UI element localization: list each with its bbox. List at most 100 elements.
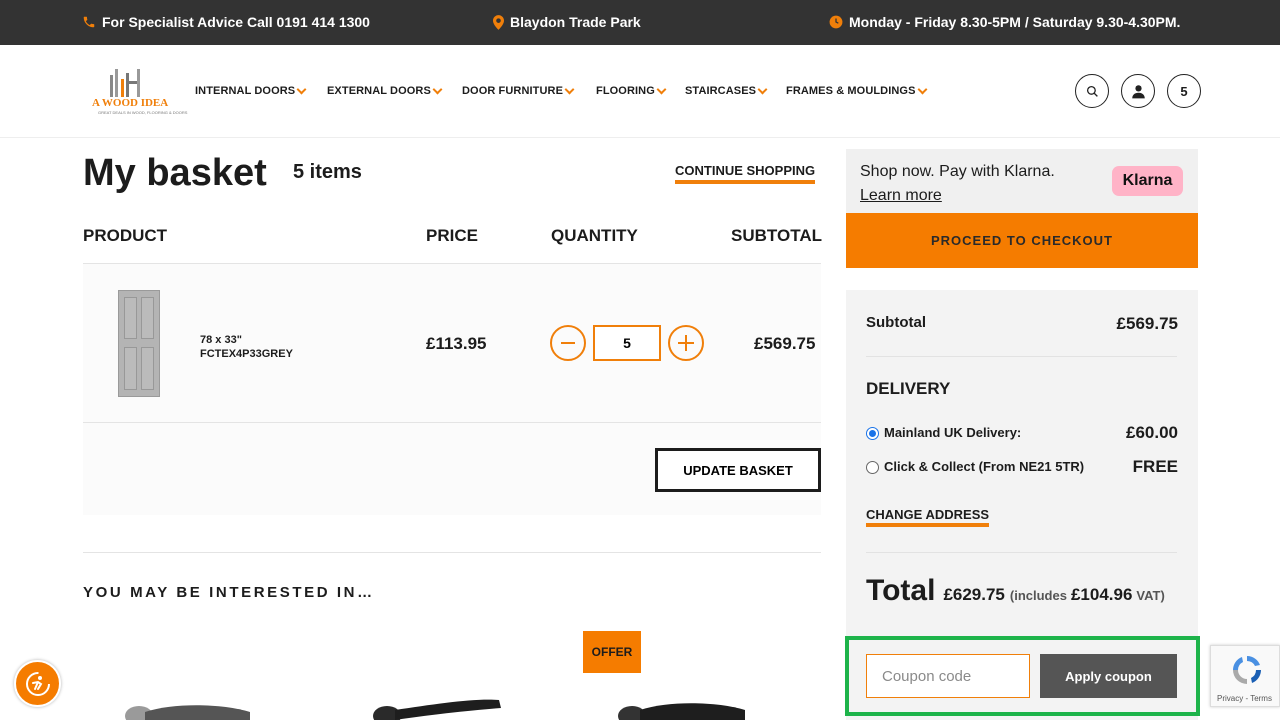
chevron-down-icon [296, 84, 307, 94]
door-panel [141, 347, 154, 390]
product-sku: FCTEX4P33GREY [200, 348, 293, 360]
total-label: Total [866, 574, 936, 607]
door-panel [141, 297, 154, 339]
accessibility-icon [25, 671, 50, 696]
user-icon [1131, 84, 1145, 98]
continue-shopping-link[interactable]: CONTINUE SHOPPING [675, 163, 816, 184]
nav-label: STAIRCASES [685, 85, 757, 97]
nav-label: DOOR FURNITURE [462, 85, 564, 97]
column-header-quantity: QUANTITY [551, 226, 638, 245]
change-address-link[interactable]: CHANGE ADDRESS [866, 507, 990, 527]
product-price: £113.95 [426, 334, 487, 353]
account-button[interactable] [1121, 74, 1155, 108]
site-logo[interactable]: A WOOD IDEA GREAT DEALS IN WOOD, FLOORIN… [88, 67, 187, 117]
nav-label: INTERNAL DOORS [195, 85, 296, 97]
divider [83, 552, 821, 553]
logo-tagline: GREAT DEALS IN WOOD, FLOORING & DOORS [98, 110, 188, 115]
vat-label: VAT) [1136, 588, 1165, 603]
nav-label: FLOORING [596, 85, 655, 97]
basket-count: 5 [1180, 83, 1188, 99]
phone-icon [82, 15, 96, 29]
klarna-text: Shop now. Pay with Klarna. Learn more [860, 160, 1055, 208]
mainland-delivery-price: £60.00 [1126, 423, 1178, 442]
mainland-delivery-label[interactable]: Mainland UK Delivery: [884, 425, 1021, 440]
quantity-increase-button[interactable] [668, 325, 704, 361]
offer-badge: OFFER [583, 631, 641, 673]
vat-includes: (includes [1009, 588, 1067, 603]
nav-internal-doors[interactable]: INTERNAL DOORS [195, 84, 307, 97]
update-basket-button[interactable]: UPDATE BASKET [655, 448, 821, 492]
divider [866, 356, 1177, 357]
column-header-price: PRICE [426, 226, 478, 245]
top-bar: For Specialist Advice Call 0191 414 1300… [0, 0, 1280, 45]
column-header-subtotal: SUBTOTAL [731, 226, 822, 245]
product-size: 78 x 33" [200, 334, 242, 346]
chevron-down-icon [917, 84, 927, 94]
divider [83, 422, 821, 423]
location-pin-icon [493, 14, 504, 30]
coupon-code-input[interactable] [866, 654, 1030, 698]
nav-door-furniture[interactable]: DOOR FURNITURE [462, 84, 575, 97]
chevron-down-icon [757, 84, 768, 94]
recaptcha-badge[interactable]: Privacy - Terms [1210, 645, 1280, 707]
search-icon [1086, 85, 1098, 97]
logo-text: A WOOD IDEA [92, 97, 169, 109]
nav-frames-mouldings[interactable]: FRAMES & MOULDINGS [786, 84, 927, 97]
minus-icon [561, 342, 575, 344]
nav-label: FRAMES & MOULDINGS [786, 85, 916, 97]
chevron-down-icon [564, 84, 575, 94]
product-name[interactable]: 78 x 33" FCTEX4P33GREY [200, 333, 293, 361]
mainland-delivery-radio[interactable] [866, 427, 879, 440]
click-collect-price: FREE [1132, 457, 1178, 476]
delivery-heading: DELIVERY [866, 379, 951, 398]
product-thumbnail-handle[interactable] [610, 694, 750, 720]
search-button[interactable] [1075, 74, 1109, 108]
subtotal-value: £569.75 [1116, 314, 1178, 333]
recommendations-heading: YOU MAY BE INTERESTED IN… [83, 584, 375, 601]
nav-label: EXTERNAL DOORS [327, 85, 431, 97]
klarna-badge: Klarna [1112, 166, 1183, 196]
column-header-product: PRODUCT [83, 226, 168, 245]
clock-icon [829, 15, 843, 29]
basket-count-button[interactable]: 5 [1167, 74, 1201, 108]
door-panel [124, 297, 137, 339]
divider [866, 552, 1177, 553]
apply-coupon-button[interactable]: Apply coupon [1040, 654, 1177, 698]
proceed-to-checkout-button[interactable]: PROCEED TO CHECKOUT [846, 213, 1198, 268]
nav-staircases[interactable]: STAIRCASES [685, 84, 768, 97]
click-collect-label[interactable]: Click & Collect (From NE21 5TR) [884, 459, 1084, 474]
hours-info: Monday - Friday 8.30-5PM / Saturday 9.30… [829, 14, 1180, 30]
product-thumbnail-handle[interactable] [365, 694, 505, 720]
plus-icon [678, 335, 694, 351]
order-total: Total £629.75 (includes £104.96 VAT) [866, 574, 1165, 608]
chevron-down-icon [656, 84, 667, 94]
site-header: A WOOD IDEA GREAT DEALS IN WOOD, FLOORIN… [0, 45, 1280, 138]
product-thumbnail-handle[interactable] [115, 694, 255, 720]
accessibility-button[interactable] [14, 660, 61, 707]
page-title: My basket [83, 152, 267, 194]
phone-info[interactable]: For Specialist Advice Call 0191 414 1300 [82, 14, 370, 30]
quantity-input[interactable] [593, 325, 661, 361]
nav-external-doors[interactable]: EXTERNAL DOORS [327, 84, 443, 97]
basket-item-count: 5 items [293, 161, 362, 183]
item-subtotal: £569.75 [754, 334, 816, 353]
quantity-decrease-button[interactable] [550, 325, 586, 361]
klarna-learn-more-link[interactable]: Learn more [860, 187, 942, 204]
product-image[interactable] [118, 290, 160, 397]
recaptcha-icon [1233, 656, 1261, 684]
location-info[interactable]: Blaydon Trade Park [493, 14, 641, 30]
chevron-down-icon [432, 84, 443, 94]
door-panel [124, 347, 137, 390]
vat-value: £104.96 [1070, 585, 1133, 604]
logo-mark-icon [110, 69, 140, 97]
location-text: Blaydon Trade Park [510, 14, 641, 30]
klarna-banner: Shop now. Pay with Klarna. Learn more Kl… [846, 149, 1198, 213]
phone-text: For Specialist Advice Call 0191 414 1300 [102, 14, 370, 30]
klarna-line: Shop now. Pay with Klarna. [860, 163, 1055, 180]
recaptcha-text: Privacy - Terms [1217, 694, 1272, 703]
total-value: £629.75 [943, 585, 1005, 604]
click-collect-radio[interactable] [866, 461, 879, 474]
hours-text: Monday - Friday 8.30-5PM / Saturday 9.30… [849, 14, 1181, 30]
nav-flooring[interactable]: FLOORING [596, 84, 667, 97]
subtotal-label: Subtotal [866, 314, 926, 331]
